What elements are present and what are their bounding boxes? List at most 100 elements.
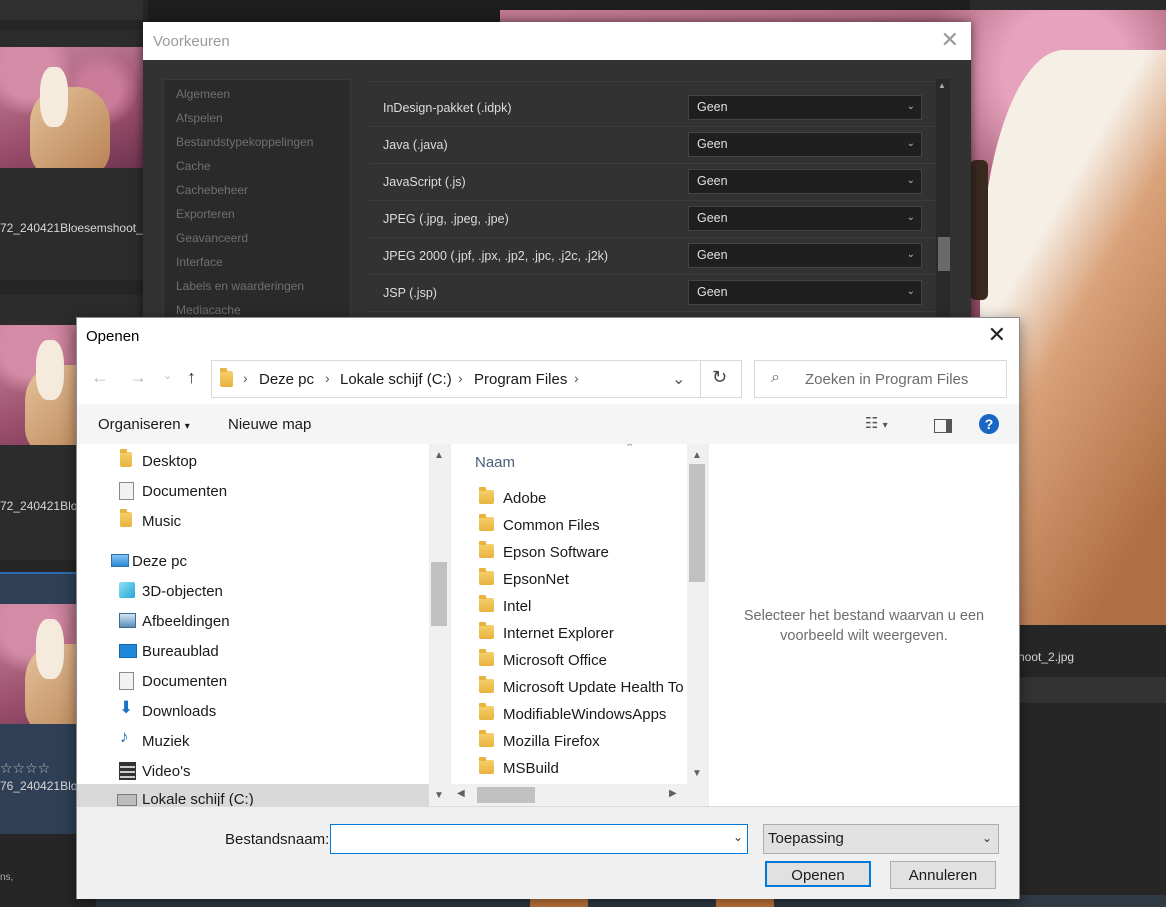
breadcrumb-deze-pc[interactable]: Deze pc	[259, 371, 314, 388]
nav-item-cachebeheer[interactable]: Cachebeheer	[176, 183, 248, 197]
nav-item-bestandstypekoppelingen[interactable]: Bestandstypekoppelingen	[176, 135, 313, 149]
tree-item-lokale-schijf[interactable]: Lokale schijf (C:)	[77, 784, 429, 806]
open-button[interactable]: Openen	[765, 861, 871, 887]
nav-item-mediacache[interactable]: Mediacache	[176, 303, 241, 317]
new-folder-button[interactable]: Nieuwe map	[228, 416, 311, 433]
tree-item-label: Video's	[142, 763, 191, 780]
list-item[interactable]: Microsoft Update Health To	[451, 674, 687, 701]
tree-item-deze-pc[interactable]: Deze pc	[77, 546, 429, 574]
thumbnail-cell[interactable]: 72_240421Bloesemshoot_	[0, 30, 143, 280]
tree-item-label: Desktop	[142, 453, 198, 470]
nav-item-afspelen[interactable]: Afspelen	[176, 111, 223, 125]
association-select[interactable]: Geen ⌄	[688, 132, 922, 157]
association-select[interactable]: Geen ⌄	[688, 169, 922, 194]
desktop-icon	[119, 644, 137, 658]
view-options-icon[interactable]: ☷ ▾	[865, 414, 888, 432]
rating-stars[interactable]: ☆☆☆☆	[0, 760, 50, 777]
scroll-up-icon[interactable]: ▲	[692, 450, 702, 461]
tree-item-music[interactable]: Music	[77, 506, 429, 534]
association-row: JPEG 2000 (.jpf, .jpx, .jp2, .jpc, .j2c,…	[370, 237, 935, 275]
nav-item-algemeen[interactable]: Algemeen	[176, 87, 230, 101]
recent-chevron-icon[interactable]: ⌄	[163, 369, 172, 382]
up-arrow-icon[interactable]: ↑	[187, 367, 196, 388]
nav-item-geavanceerd[interactable]: Geavanceerd	[176, 231, 248, 245]
list-item[interactable]: Intel	[451, 593, 687, 620]
nav-item-labels[interactable]: Labels en waarderingen	[176, 279, 304, 293]
cancel-button[interactable]: Annuleren	[890, 861, 996, 889]
nav-item-exporteren[interactable]: Exporteren	[176, 207, 235, 221]
file-list-horizontal-scrollbar[interactable]: ◀ ▶	[451, 784, 687, 806]
scrollbar-thumb[interactable]	[477, 787, 535, 803]
list-item[interactable]: Epson Software	[451, 539, 687, 566]
filename-combobox[interactable]: ⌄	[330, 824, 748, 854]
back-arrow-icon[interactable]: ←	[91, 367, 109, 388]
pictures-icon	[119, 613, 136, 628]
file-list: ⌃ Naam Adobe Common Files Epson Software…	[451, 444, 687, 784]
tree-item-afbeeldingen[interactable]: Afbeeldingen	[77, 606, 429, 634]
chevron-down-icon[interactable]: ⌄	[672, 369, 685, 389]
status-text: ns,	[0, 872, 14, 883]
preview-pane-icon[interactable]	[934, 419, 952, 433]
refresh-button[interactable]: ↻	[700, 360, 742, 398]
scroll-left-icon[interactable]: ◀	[457, 788, 465, 799]
search-box[interactable]: ⌕	[754, 360, 1007, 398]
thumbnail-filename: 72_240421Bloesemshoot_	[0, 221, 143, 235]
list-item-label: Mozilla Firefox	[503, 733, 600, 750]
close-icon[interactable]: ✕	[988, 324, 1006, 346]
drive-icon	[117, 794, 137, 806]
scrollbar-thumb[interactable]	[689, 464, 705, 582]
tree-item-downloads[interactable]: ⬇ Downloads	[77, 696, 429, 724]
scroll-down-icon[interactable]: ▼	[692, 768, 702, 779]
column-header-naam[interactable]: ⌃ Naam	[451, 444, 687, 480]
list-item[interactable]: ModifiableWindowsApps	[451, 701, 687, 728]
scroll-down-icon[interactable]: ▼	[434, 790, 444, 801]
preferences-title: Voorkeuren	[153, 33, 230, 50]
folder-icon	[479, 568, 494, 585]
tree-item-desktop[interactable]: Desktop	[77, 446, 429, 474]
association-select[interactable]: Geen ⌄	[688, 280, 922, 305]
tree-item-label: Documenten	[142, 483, 228, 500]
tree-item-muziek[interactable]: ♪ Muziek	[77, 726, 429, 754]
help-icon[interactable]: ?	[979, 414, 999, 434]
nav-item-cache[interactable]: Cache	[176, 159, 211, 173]
list-item[interactable]: Adobe	[451, 485, 687, 512]
association-select[interactable]: Geen ⌄	[688, 95, 922, 120]
list-item[interactable]: Mozilla Firefox	[451, 728, 687, 755]
search-input[interactable]	[803, 370, 1003, 389]
tree-scrollbar[interactable]: ▲ ▼	[429, 444, 449, 806]
chevron-right-icon[interactable]: ›	[574, 370, 579, 386]
organize-button[interactable]: Organiseren ▾	[98, 416, 190, 433]
file-list-vertical-scrollbar[interactable]: ▲ ▼	[687, 444, 707, 784]
association-select[interactable]: Geen ⌄	[688, 206, 922, 231]
nav-item-interface[interactable]: Interface	[176, 255, 223, 269]
scroll-up-icon[interactable]: ▲	[938, 81, 946, 90]
list-item[interactable]: MSBuild	[451, 755, 687, 782]
list-item[interactable]: Microsoft Office	[451, 647, 687, 674]
tree-item-videos[interactable]: Video's	[77, 756, 429, 784]
scroll-right-icon[interactable]: ▶	[669, 788, 677, 799]
select-value: Geen	[697, 211, 728, 225]
tree-item-documenten-2[interactable]: Documenten	[77, 666, 429, 694]
chevron-down-icon[interactable]: ⌄	[733, 830, 743, 844]
list-item[interactable]: Common Files	[451, 512, 687, 539]
breadcrumb-program-files[interactable]: Program Files	[474, 371, 567, 388]
list-item[interactable]: EpsonNet	[451, 566, 687, 593]
tree-item-3d-objecten[interactable]: 3D-objecten	[77, 576, 429, 604]
scrollbar-thumb[interactable]	[938, 237, 950, 271]
scroll-up-icon[interactable]: ▲	[434, 450, 444, 461]
filename-input[interactable]	[335, 829, 719, 848]
filetype-select[interactable]: Toepassing ⌄	[763, 824, 999, 854]
association-select[interactable]: Geen ⌄	[688, 243, 922, 268]
refresh-icon: ↻	[712, 367, 728, 387]
folder-icon	[479, 541, 494, 558]
list-item[interactable]: Internet Explorer	[451, 620, 687, 647]
tree-item-documenten[interactable]: Documenten	[77, 476, 429, 504]
chevron-down-icon: ⌄	[906, 175, 915, 186]
close-icon[interactable]: ✕	[941, 29, 959, 51]
preferences-scrollbar[interactable]: ▲	[936, 79, 950, 329]
tree-item-bureaublad[interactable]: Bureaublad	[77, 636, 429, 664]
forward-arrow-icon[interactable]: →	[129, 367, 147, 388]
scrollbar-thumb[interactable]	[431, 562, 447, 626]
address-bar[interactable]: › Deze pc › Lokale schijf (C:) › Program…	[211, 360, 742, 398]
breadcrumb-lokale-schijf[interactable]: Lokale schijf (C:)	[340, 371, 452, 388]
